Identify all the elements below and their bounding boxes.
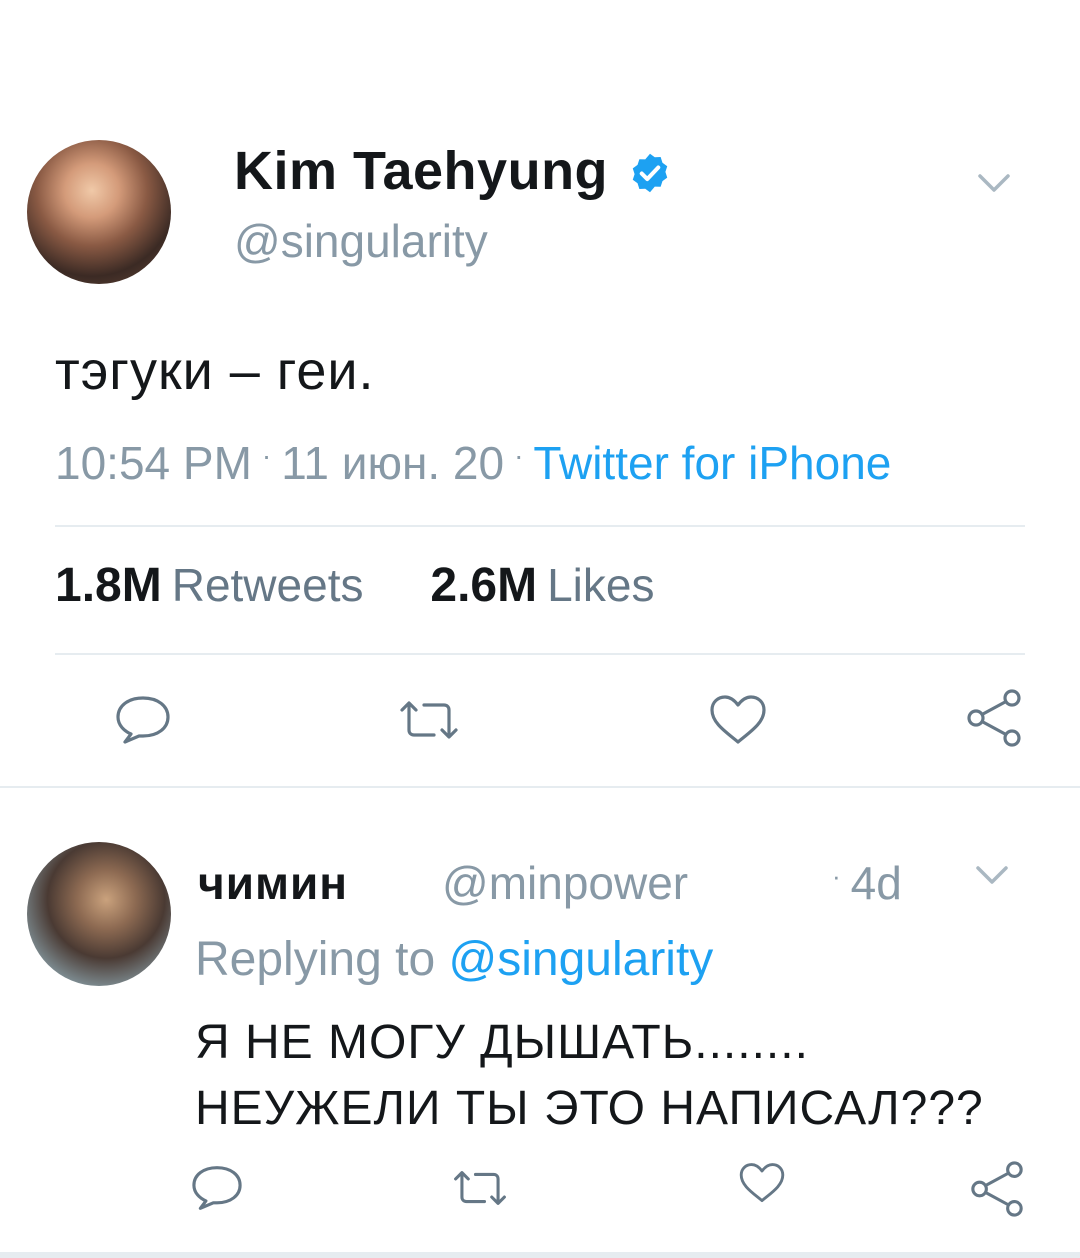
reply-bubble-icon[interactable] — [114, 694, 172, 746]
reply-display-name[interactable]: чимин — [198, 856, 348, 910]
reply-text-line: НЕУЖЕЛИ ТЫ ЭТО НАПИСАЛ??? — [195, 1082, 984, 1135]
section-divider — [0, 786, 1080, 788]
reply-time-value: 4d — [850, 857, 902, 909]
main-tweet-text: тэгуки – геи. — [55, 341, 375, 401]
replying-to: Replying to @singularity — [195, 932, 713, 987]
reply-handle[interactable]: @minpower — [442, 856, 688, 910]
meta-separator: · — [832, 861, 841, 891]
main-tweet-display-name[interactable]: Kim Taehyung — [234, 140, 608, 202]
heart-icon[interactable] — [708, 694, 768, 746]
tweet-source-link[interactable]: Twitter for iPhone — [533, 437, 891, 489]
main-tweet-avatar[interactable] — [27, 140, 171, 284]
likes-count: 2.6M — [430, 559, 538, 612]
meta-separator: · — [261, 440, 272, 471]
likes-stat[interactable]: 2.6M Likes — [430, 559, 654, 612]
retweet-icon[interactable] — [398, 698, 460, 742]
meta-separator: · — [514, 440, 524, 471]
retweet-icon[interactable] — [452, 1168, 508, 1208]
reply-text: Я НЕ МОГУ ДЫШАТЬ........ НЕУЖЕЛИ ТЫ ЭТО … — [195, 1010, 984, 1142]
retweets-stat[interactable]: 1.8M Retweets — [55, 559, 368, 612]
likes-label: Likes — [547, 559, 655, 611]
reply-bubble-icon[interactable] — [190, 1164, 244, 1212]
tweet-time: 10:54 PM — [55, 437, 252, 489]
share-icon[interactable] — [964, 688, 1024, 748]
retweets-label: Retweets — [171, 559, 364, 611]
divider — [55, 653, 1025, 655]
heart-icon[interactable] — [738, 1162, 786, 1204]
reply-text-line: Я НЕ МОГУ ДЫШАТЬ........ — [195, 1016, 809, 1069]
replying-to-mention[interactable]: @singularity — [448, 933, 713, 986]
reply-avatar[interactable] — [27, 842, 171, 986]
replying-to-label: Replying to — [195, 933, 436, 986]
bottom-divider — [0, 1252, 1080, 1258]
verified-badge-icon — [632, 153, 668, 193]
main-tweet-handle[interactable]: @singularity — [234, 214, 488, 268]
tweet-meta: 10:54 PM · 11 июн. 20 · Twitter for iPhone — [55, 436, 891, 490]
divider — [55, 525, 1025, 527]
share-icon[interactable] — [968, 1160, 1026, 1218]
tweet-date: 11 июн. 20 — [281, 437, 505, 489]
reply-time: · 4d — [832, 856, 902, 910]
chevron-down-icon[interactable] — [972, 862, 1012, 888]
chevron-down-icon[interactable] — [972, 168, 1016, 198]
retweets-count: 1.8M — [55, 559, 162, 612]
tweet-stats: 1.8M Retweets 2.6M Likes — [55, 558, 654, 613]
